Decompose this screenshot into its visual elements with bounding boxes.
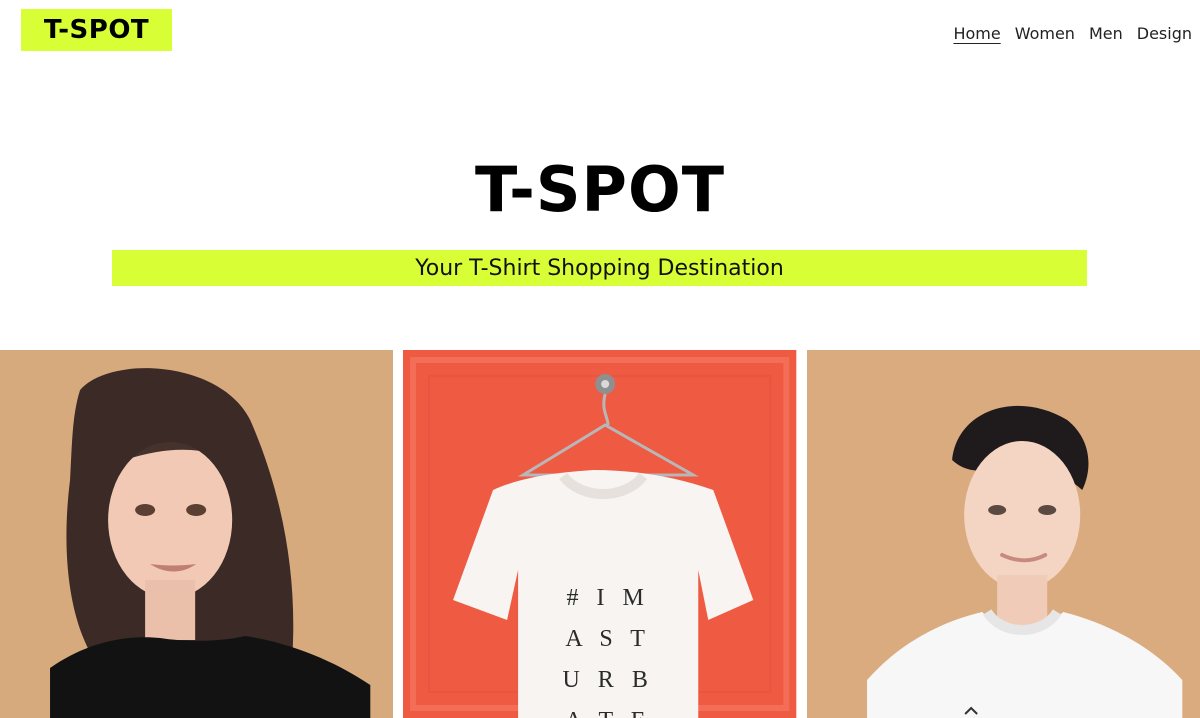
men-model-photo[interactable]: [806, 350, 1200, 718]
women-model-illustration: [0, 350, 394, 718]
tshirt-hanger-illustration: # I M A S T U R B A T E: [403, 350, 797, 718]
shirt-text-line-2: A S T: [566, 626, 652, 652]
brand-logo[interactable]: T-SPOT: [21, 9, 172, 51]
nav-men[interactable]: Men: [1089, 24, 1123, 43]
image-gallery: # I M A S T U R B A T E: [0, 350, 1200, 718]
nav-design[interactable]: Design: [1137, 24, 1192, 43]
shirt-text-line-1: # I M: [567, 585, 650, 611]
hero-tagline: Your T-Shirt Shopping Destination: [112, 250, 1087, 286]
men-model-illustration: [806, 350, 1200, 718]
main-nav: Home Women Men Design: [953, 24, 1192, 43]
shirt-text-line-3: U R B: [563, 667, 654, 693]
shirt-text-line-4: A T E: [565, 708, 652, 718]
nav-women[interactable]: Women: [1015, 24, 1075, 43]
tshirt-hanger-photo[interactable]: # I M A S T U R B A T E: [403, 350, 797, 718]
women-model-photo[interactable]: [0, 350, 394, 718]
nav-home[interactable]: Home: [953, 24, 1000, 43]
hero-title: T-SPOT: [474, 153, 725, 226]
